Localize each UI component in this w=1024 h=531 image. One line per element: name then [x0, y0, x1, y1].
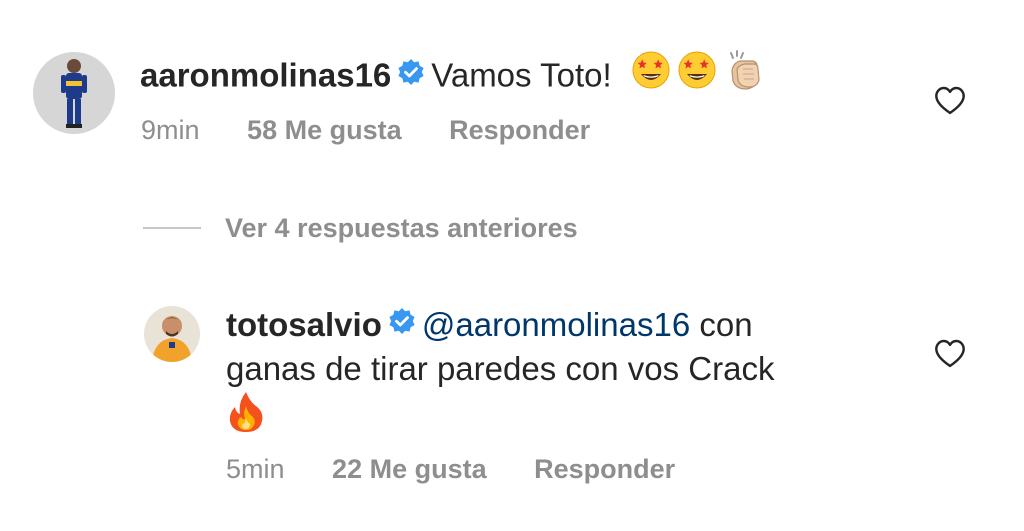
reply-likes[interactable]: 22 Me gusta: [332, 454, 487, 485]
avatar[interactable]: [33, 52, 115, 134]
mention-link[interactable]: @aaronmolinas16: [422, 306, 690, 343]
comment-likes[interactable]: 58 Me gusta: [247, 115, 402, 146]
comment-username[interactable]: aaronmolinas16: [140, 57, 391, 94]
star-struck-emoji: [631, 50, 671, 100]
reply-meta: 5min 22 Me gusta Responder: [226, 454, 675, 485]
reply-username[interactable]: totosalvio: [226, 306, 382, 343]
reply-body-line2: ganas de tirar paredes con vos Crack: [226, 350, 775, 388]
fire-emoji: [226, 390, 266, 444]
replies-divider: [143, 227, 201, 229]
comment-body: Vamos Toto!: [431, 56, 612, 94]
reply-button[interactable]: Responder: [534, 454, 675, 485]
comment-timestamp: 9min: [141, 115, 200, 145]
comment-meta: 9min 58 Me gusta Responder: [141, 115, 590, 146]
reply-text: totosalvio @aaronmolinas16 con ganas de …: [226, 304, 946, 444]
view-replies-label: Ver 4 respuestas anteriores: [225, 212, 578, 243]
heart-icon[interactable]: [933, 338, 967, 368]
verified-badge-icon: [397, 54, 425, 96]
reply-timestamp: 5min: [226, 454, 285, 484]
heart-icon[interactable]: [933, 85, 967, 115]
avatar[interactable]: [144, 306, 200, 362]
verified-badge-icon: [388, 303, 416, 345]
clapping-hands-emoji: [723, 49, 765, 101]
view-replies-button[interactable]: Ver 4 respuestas anteriores: [143, 208, 578, 248]
comment-text: aaronmolinas16 Vamos Toto!: [140, 49, 765, 104]
star-struck-emoji: [677, 50, 717, 100]
reply-button[interactable]: Responder: [449, 115, 590, 146]
reply-body-line1: con: [690, 306, 753, 343]
